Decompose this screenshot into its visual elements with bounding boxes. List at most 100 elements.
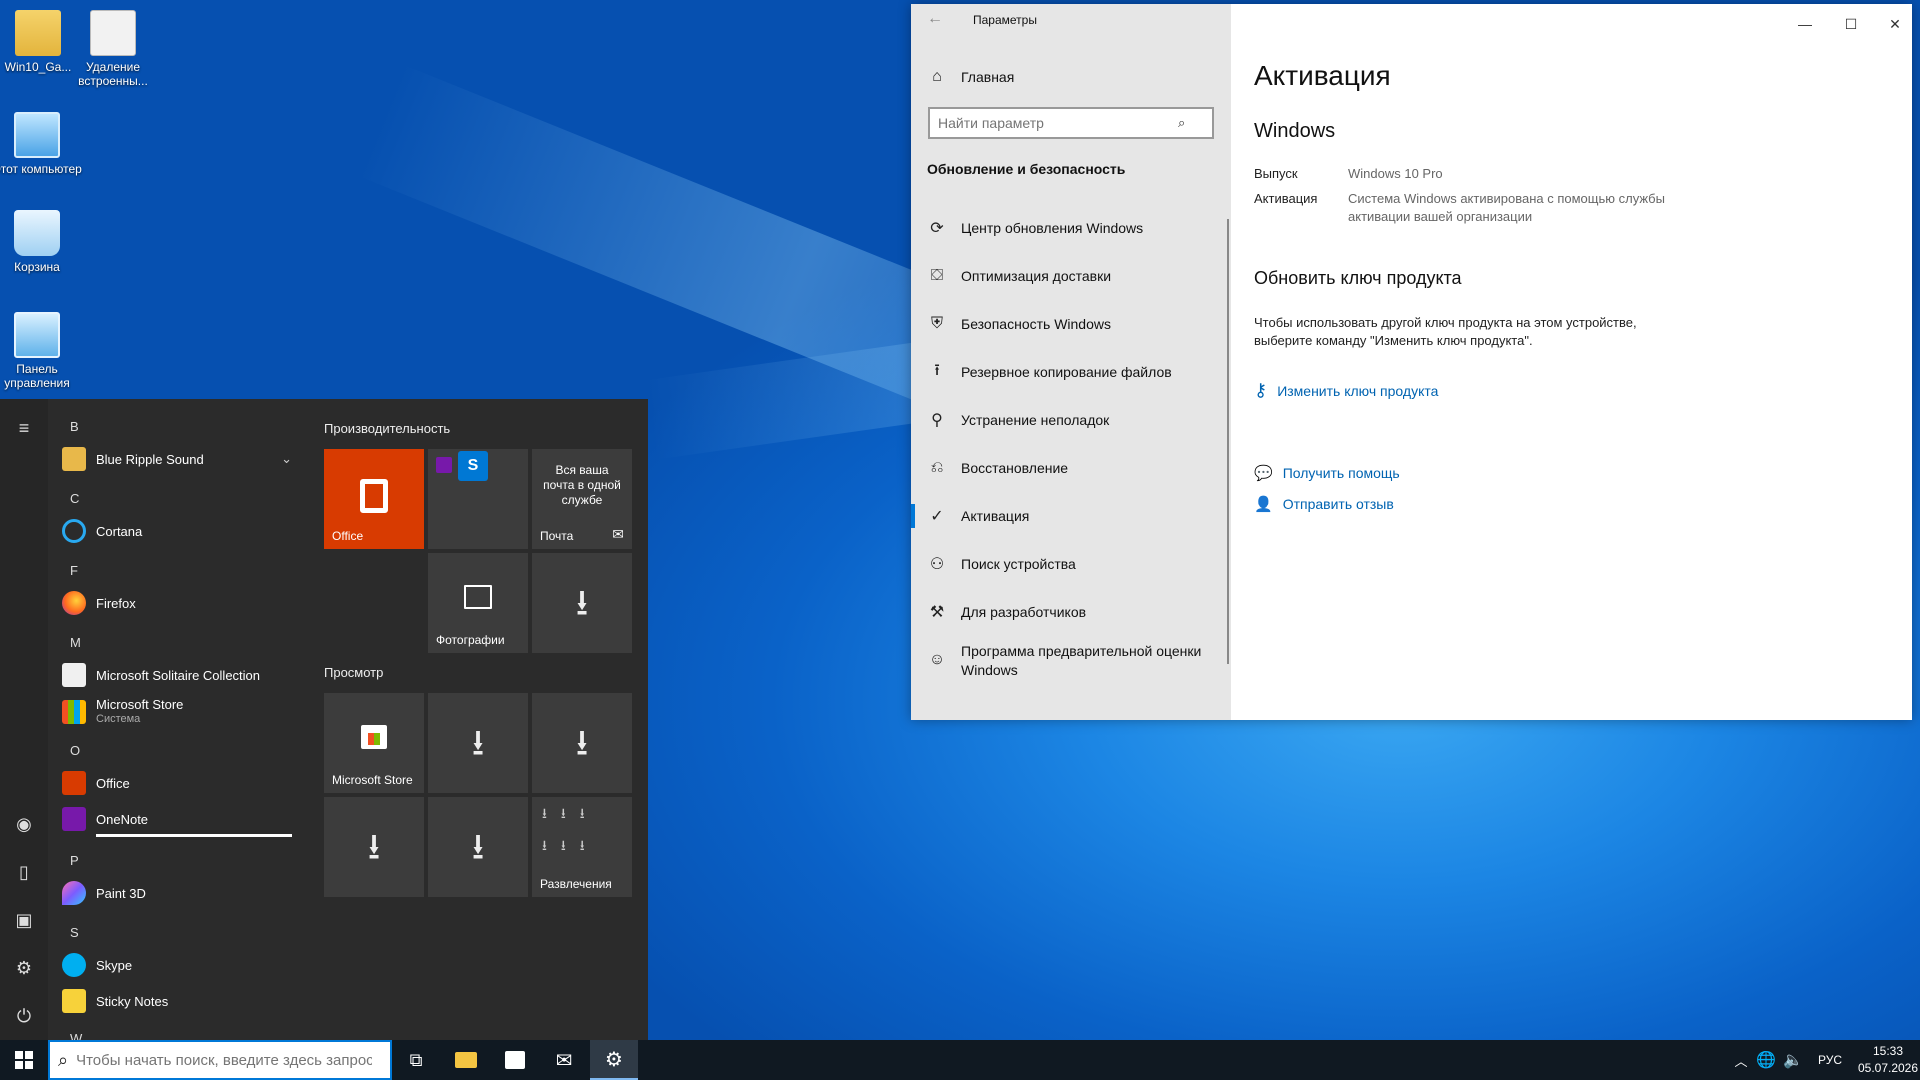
nav-windows-update[interactable]: ⟳ Центр обновления Windows <box>927 212 1227 244</box>
recovery-icon: ⎌ <box>930 459 944 476</box>
letter-header[interactable]: W <box>70 1031 82 1040</box>
store-button[interactable] <box>491 1040 539 1080</box>
documents-icon[interactable]: ▯ <box>12 860 36 884</box>
show-hidden-icons-button[interactable]: ︿ <box>1730 1040 1752 1080</box>
hamburger-menu-icon[interactable]: ≡ <box>12 416 36 440</box>
network-icon[interactable]: 🌐 <box>1753 1040 1779 1080</box>
app-label: Firefox <box>96 595 136 611</box>
tile-entertainment-folder[interactable]: ⭳⭳⭳ ⭳⭳⭳ Развлечения <box>532 797 632 897</box>
taskbar-search-box[interactable]: ⌕ <box>48 1040 392 1080</box>
app-label: Sticky Notes <box>96 993 169 1009</box>
nav-label: Активация <box>961 508 1030 524</box>
send-feedback-link[interactable]: 👤 Отправить отзыв <box>1254 495 1394 513</box>
letter-header[interactable]: M <box>70 635 81 650</box>
tile-microsoft-store[interactable]: Microsoft Store <box>324 693 424 793</box>
app-label: OneNote <box>96 811 149 827</box>
tile-office[interactable]: Office <box>324 449 424 549</box>
app-skype[interactable]: Skype <box>62 947 292 983</box>
app-office[interactable]: Office <box>62 765 292 801</box>
insider-icon: ☺ <box>928 651 946 668</box>
app-microsoft-store[interactable]: Microsoft Store Система <box>62 694 292 730</box>
office-icon <box>62 771 86 795</box>
tile-office-apps-folder[interactable]: S <box>428 449 528 549</box>
nav-label: Резервное копирование файлов <box>961 364 1172 380</box>
power-icon[interactable]: ⏻ <box>12 1004 36 1028</box>
chevron-down-icon[interactable]: ⌄ <box>281 451 292 467</box>
volume-icon[interactable]: 🔈 <box>1780 1040 1806 1080</box>
app-paint-3d[interactable]: Paint 3D <box>62 875 292 911</box>
download-arrow-icon: ⭳ <box>471 722 485 763</box>
taskbar-search-input[interactable] <box>76 1051 373 1069</box>
start-button[interactable] <box>0 1040 48 1080</box>
user-account-icon[interactable]: ◉ <box>12 812 36 836</box>
update-key-title: Обновить ключ продукта <box>1254 268 1462 288</box>
app-firefox[interactable]: Firefox <box>62 585 292 621</box>
nav-scrollbar[interactable] <box>1227 219 1229 664</box>
nav-troubleshoot[interactable]: ⚲ Устранение неполадок <box>927 404 1227 436</box>
nav-for-developers[interactable]: ⚒ Для разработчиков <box>927 596 1227 628</box>
nav-label: Устранение неполадок <box>961 412 1110 428</box>
download-arrow-icon: ⭳ <box>575 722 589 763</box>
nav-label: Центр обновления Windows <box>961 220 1144 236</box>
tile-downloading[interactable]: ⭳ <box>532 553 632 653</box>
tile-downloading[interactable]: ⭳ <box>428 693 528 793</box>
nav-recovery[interactable]: ⎌ Восстановление <box>927 452 1227 484</box>
tile-downloading[interactable]: ⭳ <box>324 797 424 897</box>
letter-header[interactable]: B <box>70 419 79 434</box>
minimize-button[interactable]: — <box>1785 10 1825 38</box>
task-view-button[interactable]: ⧉ <box>392 1040 440 1080</box>
tile-group-title[interactable]: Производительность <box>324 421 450 436</box>
search-icon[interactable]: ⌕ <box>1178 115 1185 131</box>
get-help-link[interactable]: 💬 Получить помощь <box>1254 464 1400 482</box>
tile-label: Почта <box>540 529 574 543</box>
nav-windows-security[interactable]: ⛨ Безопасность Windows <box>927 308 1227 340</box>
tile-group-title[interactable]: Просмотр <box>324 665 383 680</box>
letter-header[interactable]: S <box>70 925 79 940</box>
clock-date: 05.07.2026 <box>1857 1061 1919 1075</box>
desktop-icon-control-panel[interactable]: Панель управления <box>0 312 82 390</box>
nav-delivery-optimization[interactable]: ⛋ Оптимизация доставки <box>927 260 1227 292</box>
control-panel-icon <box>14 312 60 358</box>
app-cortana[interactable]: Cortana <box>62 513 292 549</box>
app-blue-ripple-sound[interactable]: Blue Ripple Sound ⌄ <box>62 441 292 477</box>
clock[interactable]: 15:33 05.07.2026 <box>1856 1043 1920 1077</box>
settings-taskbar-button[interactable]: ⚙ <box>590 1040 638 1080</box>
nav-windows-insider[interactable]: ☺ Программа предварительной оценки Window… <box>927 642 1227 684</box>
settings-search-box[interactable]: ⌕ <box>928 107 1214 139</box>
tiles-area: Производительность Office S Вся ваша поч… <box>322 399 648 1040</box>
file-explorer-button[interactable] <box>442 1040 490 1080</box>
tile-downloading[interactable]: ⭳ <box>532 693 632 793</box>
desktop-icon-this-pc[interactable]: Этот компьютер <box>0 112 82 176</box>
change-key-link[interactable]: ⚷ Изменить ключ продукта <box>1254 380 1438 401</box>
settings-search-input[interactable] <box>938 115 1178 131</box>
tile-downloading[interactable]: ⭳ <box>428 797 528 897</box>
app-list: B Blue Ripple Sound ⌄ C Cortana F Firefo… <box>48 399 304 1040</box>
letter-header[interactable]: C <box>70 491 79 506</box>
letter-header[interactable]: O <box>70 743 80 758</box>
nav-backup[interactable]: ⭱ Резервное копирование файлов <box>927 356 1227 388</box>
onenote-icon <box>62 807 86 831</box>
desktop-icon-remove-builtin[interactable]: Удаление встроенны... <box>68 10 158 88</box>
tile-photos[interactable]: Фотографии <box>428 553 528 653</box>
input-language-button[interactable]: РУС <box>1810 1040 1850 1080</box>
tile-mail[interactable]: Вся ваша почта в одной службе Почта ✉ <box>532 449 632 549</box>
nav-find-my-device[interactable]: ⚇ Поиск устройства <box>927 548 1227 580</box>
download-arrow-icon: ⭳ <box>367 826 381 867</box>
nav-home[interactable]: ⌂ Главная <box>927 61 1227 93</box>
app-sticky-notes[interactable]: Sticky Notes <box>62 983 292 1019</box>
close-button[interactable]: ✕ <box>1875 10 1915 38</box>
key-icon: ⚷ <box>1254 380 1268 400</box>
letter-header[interactable]: F <box>70 563 78 578</box>
letter-header[interactable]: P <box>70 853 79 868</box>
start-rail: ≡ ◉ ▯ ▣ ⚙ ⏻ <box>0 399 48 1040</box>
app-onenote[interactable]: OneNote <box>62 801 292 837</box>
pictures-icon[interactable]: ▣ <box>12 908 36 932</box>
back-arrow-icon[interactable]: ← <box>927 10 943 28</box>
maximize-button[interactable]: ☐ <box>1831 10 1871 38</box>
start-menu: ≡ ◉ ▯ ▣ ⚙ ⏻ B Blue Ripple Sound ⌄ C Cort… <box>0 399 648 1040</box>
desktop-icon-recycle-bin[interactable]: Корзина <box>0 210 82 274</box>
settings-gear-icon[interactable]: ⚙ <box>12 956 36 980</box>
nav-activation[interactable]: ✓ Активация <box>927 500 1227 532</box>
app-solitaire[interactable]: Microsoft Solitaire Collection <box>62 657 292 693</box>
mail-button[interactable]: ✉ <box>540 1040 588 1080</box>
